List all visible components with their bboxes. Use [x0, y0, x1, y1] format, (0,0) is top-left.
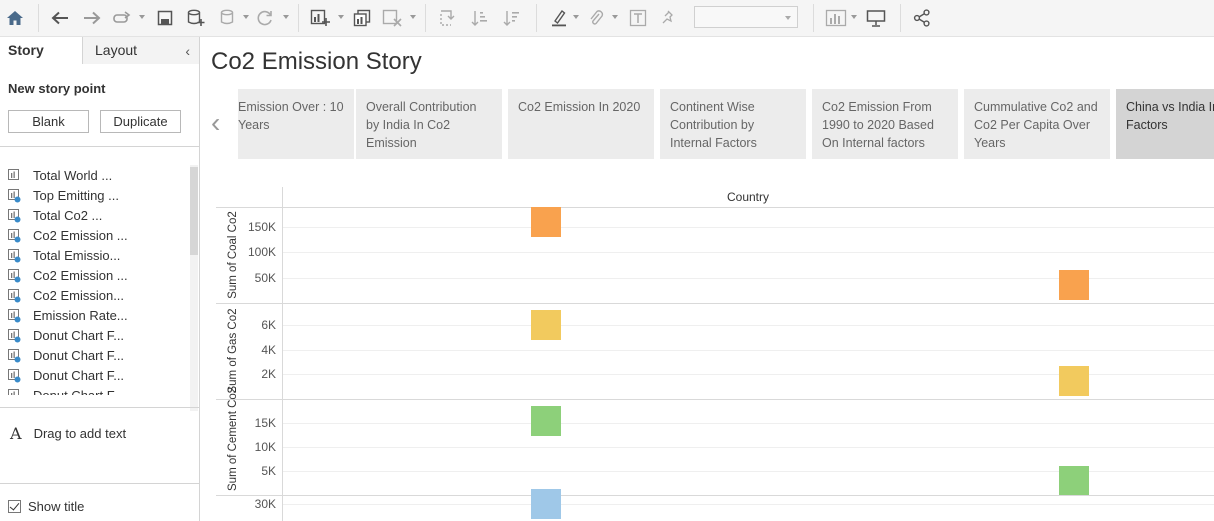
- drag-text-item[interactable]: A Drag to add text: [10, 424, 126, 443]
- chart-mark[interactable]: [531, 207, 561, 237]
- refresh-icon[interactable]: [254, 5, 276, 31]
- clear-icon[interactable]: [381, 5, 403, 31]
- sheet-list-item[interactable]: Total Emissio...: [8, 247, 120, 265]
- story-point-4[interactable]: Continent Wise Contribution by Internal …: [660, 89, 806, 159]
- home-icon[interactable]: [4, 5, 26, 31]
- new-story-point-heading: New story point: [8, 81, 106, 96]
- sheet-label: Total Emissio...: [33, 248, 121, 263]
- y-axis-title: Sum of Cement Co2: [227, 386, 239, 491]
- show-me-icon[interactable]: [824, 5, 848, 31]
- worksheet-icon: [8, 189, 21, 203]
- worksheet-icon: [8, 229, 21, 243]
- drag-text-label: Drag to add text: [33, 426, 127, 441]
- sheet-label: Emission Rate...: [33, 308, 128, 323]
- sheet-list: Total World ... Top Emitting ... Total Co2…: [0, 165, 190, 395]
- tab-story[interactable]: Story: [0, 37, 83, 64]
- duplicate-icon[interactable]: [351, 5, 373, 31]
- y-axis-title: Sum of Coal Co2: [227, 211, 239, 299]
- column-header-country: Country: [726, 190, 770, 204]
- sheet-label: Co2 Emission ...: [33, 228, 128, 243]
- story-point-5[interactable]: Co2 Emission From 1990 to 2020 Based On …: [812, 89, 958, 159]
- swap-icon[interactable]: [436, 5, 458, 31]
- chart-mark[interactable]: [531, 489, 561, 519]
- sheet-list-item[interactable]: Donut Chart F...: [8, 367, 124, 385]
- sheet-label: Total World ...: [33, 168, 113, 183]
- show-title-checkbox[interactable]: [8, 500, 21, 513]
- worksheet-icon: [8, 369, 21, 383]
- worksheet-icon: [8, 349, 21, 363]
- sort-descending-icon[interactable]: [501, 5, 523, 31]
- redirect-icon[interactable]: [111, 5, 133, 31]
- story-title: Co2 Emission Story: [211, 48, 422, 75]
- previous-story-point-icon[interactable]: ‹: [211, 107, 220, 139]
- worksheet-icon: [8, 249, 21, 263]
- datasource-icon[interactable]: [217, 5, 239, 31]
- toolbar: [0, 0, 1214, 37]
- sheet-list-item[interactable]: Co2 Emission ...: [8, 267, 128, 285]
- sheet-list-item[interactable]: Co2 Emission ...: [8, 227, 128, 245]
- chart-mark[interactable]: [531, 406, 561, 436]
- pin-icon[interactable]: [657, 5, 679, 31]
- tab-layout[interactable]: Layout: [83, 37, 199, 64]
- chart-mark[interactable]: [1059, 366, 1089, 396]
- sheet-list-item[interactable]: Total World ...: [8, 167, 112, 185]
- text-icon[interactable]: [627, 5, 649, 31]
- sheet-label: Co2 Emission...: [33, 288, 125, 303]
- sheet-list-item[interactable]: Top Emitting ...: [8, 187, 119, 205]
- sort-ascending-icon[interactable]: [469, 5, 491, 31]
- chart-mark[interactable]: [531, 310, 561, 340]
- worksheet-icon: [8, 269, 21, 283]
- sheet-list-item[interactable]: Emission Rate...: [8, 307, 128, 325]
- pane-tabs: Story Layout ‹: [0, 37, 199, 64]
- undo-icon[interactable]: [49, 5, 71, 31]
- worksheet-icon: [8, 169, 21, 183]
- sheet-label: Total Co2 ...: [33, 208, 103, 223]
- show-title-toggle[interactable]: Show title: [8, 499, 84, 514]
- worksheet-icon: [8, 289, 21, 303]
- story-point-2[interactable]: Overall Contribution by India In Co2 Emi…: [356, 89, 502, 159]
- collapse-pane-icon[interactable]: ‹: [185, 43, 190, 59]
- new-datasource-icon[interactable]: [185, 5, 207, 31]
- redo-icon[interactable]: [81, 5, 103, 31]
- worksheet-icon: [8, 209, 21, 223]
- text-object-icon: A: [10, 424, 22, 443]
- y-tick-label: 30K: [254, 497, 276, 511]
- new-worksheet-icon[interactable]: [309, 5, 331, 31]
- story-point-1[interactable]: Emission Over : 10 Years: [238, 89, 354, 159]
- chart-mark[interactable]: [1059, 270, 1089, 300]
- share-icon[interactable]: [911, 5, 933, 31]
- sheet-label: Top Emitting ...: [33, 188, 119, 203]
- worksheet-icon: [8, 389, 21, 395]
- sheet-list-item[interactable]: Total Co2 ...: [8, 207, 102, 225]
- sheet-list-item[interactable]: Donut Chart F...: [8, 347, 124, 365]
- highlight-icon[interactable]: [548, 5, 570, 31]
- sheet-list-item[interactable]: Co2 Emission...: [8, 287, 124, 305]
- story-point-6[interactable]: Cummulative Co2 and Co2 Per Capita Over …: [964, 89, 1110, 159]
- story-pane: Story Layout ‹ New story point Blank Dup…: [0, 37, 200, 521]
- sheet-list-item[interactable]: Donut Chart F...: [8, 327, 124, 345]
- tab-layout-label: Layout: [95, 42, 138, 58]
- y-axis-title: Sum of Gas Co2: [227, 308, 239, 394]
- duplicate-button[interactable]: Duplicate: [100, 110, 181, 133]
- sheet-label: Co2 Emission ...: [33, 268, 128, 283]
- sheet-label: Donut Chart F...: [33, 368, 125, 383]
- scrollbar-thumb[interactable]: [190, 167, 198, 255]
- sheet-label: Donut Chart F...: [33, 348, 125, 363]
- show-title-label: Show title: [28, 499, 85, 514]
- worksheet-icon: [8, 329, 21, 343]
- sheet-list-item[interactable]: Donut Chart F...: [8, 387, 124, 395]
- presentation-icon[interactable]: [864, 5, 888, 31]
- fit-select[interactable]: [694, 6, 798, 28]
- worksheet-icon: [8, 309, 21, 323]
- story-point-3[interactable]: Co2 Emission In 2020: [508, 89, 654, 159]
- chart-mark[interactable]: [1059, 466, 1089, 496]
- sheet-label: Donut Chart F...: [33, 328, 125, 343]
- sheet-label: Donut Chart F...: [33, 387, 124, 395]
- attach-icon[interactable]: [585, 5, 607, 31]
- blank-button[interactable]: Blank: [8, 110, 89, 133]
- story-point-7[interactable]: China vs India Internal Factors: [1116, 89, 1214, 159]
- save-icon[interactable]: [154, 5, 176, 31]
